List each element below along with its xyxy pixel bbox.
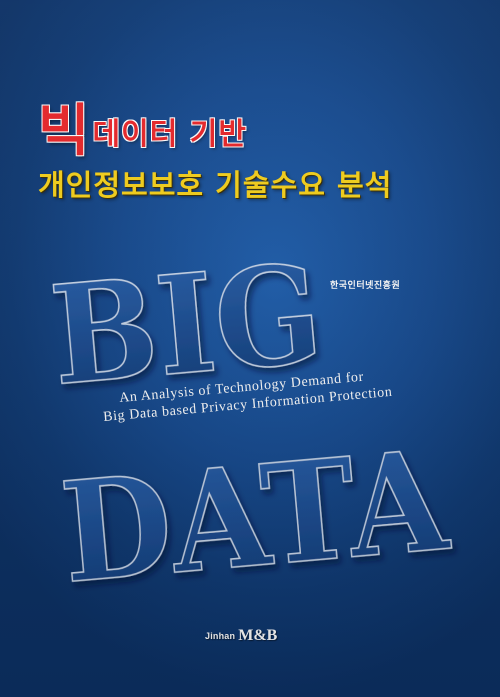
organization-name: 한국인터넷진흥원 [330, 281, 401, 291]
book-cover: 빅데이터 기반 개인정보보호 기술수요 분석 BIG DATA 한국인터넷진흥원… [0, 0, 500, 697]
publisher-name-large: M&B [238, 627, 278, 644]
big-data-graphic: BIG DATA [44, 233, 455, 615]
publisher-logo: Jinhan M&B [205, 626, 277, 646]
word-data: DATA [55, 418, 454, 614]
publisher-name-small: Jinhan [205, 631, 236, 641]
